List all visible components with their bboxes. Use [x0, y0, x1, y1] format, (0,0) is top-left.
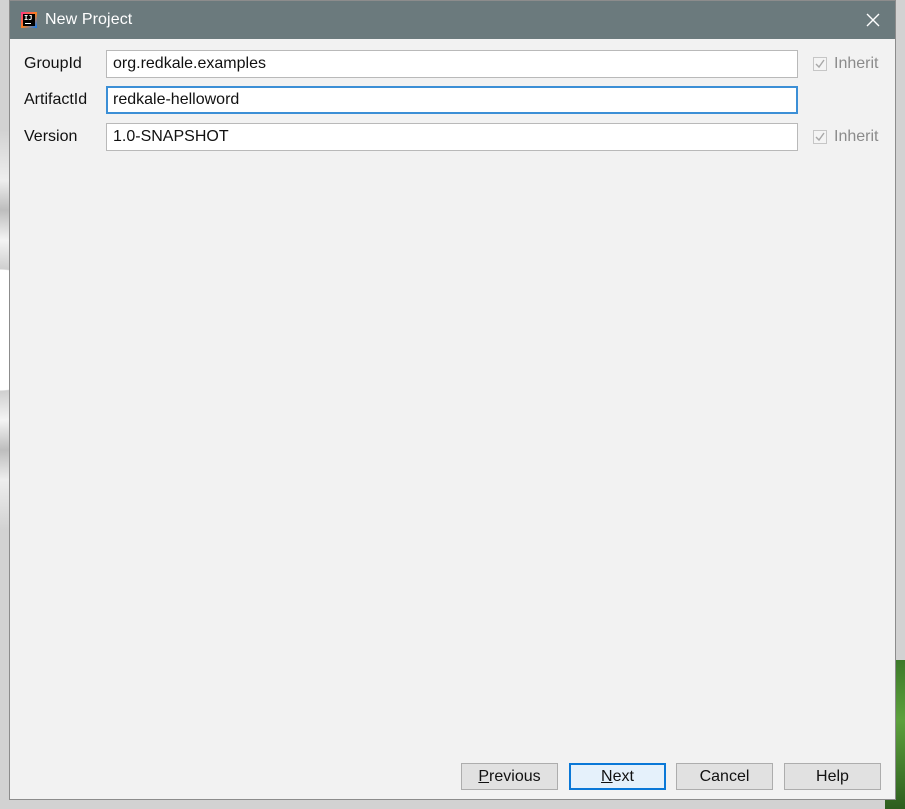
help-button[interactable]: Help: [784, 763, 881, 790]
cancel-label: Cancel: [699, 767, 750, 785]
cancel-button[interactable]: Cancel: [676, 763, 773, 790]
new-project-dialog: IJ New Project GroupId Inherit ArtifactI…: [9, 0, 896, 800]
version-field[interactable]: [106, 123, 798, 151]
previous-button[interactable]: Previous: [461, 763, 558, 790]
help-label: Help: [816, 767, 849, 785]
group-id-inherit-checkbox[interactable]: Inherit: [813, 50, 878, 78]
artifact-id-row: ArtifactId: [10, 86, 895, 114]
group-id-row: GroupId Inherit: [10, 50, 895, 78]
group-id-inherit-label: Inherit: [834, 55, 879, 72]
artifact-id-field[interactable]: [106, 86, 798, 114]
close-icon: [866, 13, 880, 27]
next-mnemonic: N: [601, 767, 613, 785]
checkbox-checked-icon: [813, 57, 827, 71]
window-title: New Project: [45, 11, 133, 28]
next-button[interactable]: Next: [569, 763, 666, 790]
version-inherit-checkbox[interactable]: Inherit: [813, 123, 878, 151]
version-label: Version: [24, 128, 78, 145]
title-bar[interactable]: IJ New Project: [10, 1, 895, 39]
artifact-id-label: ArtifactId: [24, 91, 88, 108]
next-label: ext: [612, 767, 634, 785]
intellij-idea-icon: IJ: [21, 12, 37, 28]
previous-mnemonic: P: [478, 767, 490, 785]
close-button[interactable]: [851, 1, 895, 39]
group-id-field[interactable]: [106, 50, 798, 78]
version-inherit-label: Inherit: [834, 128, 879, 145]
version-row: Version Inherit: [10, 123, 895, 151]
previous-label: revious: [489, 767, 541, 785]
group-id-label: GroupId: [24, 55, 82, 72]
checkbox-checked-icon: [813, 130, 827, 144]
